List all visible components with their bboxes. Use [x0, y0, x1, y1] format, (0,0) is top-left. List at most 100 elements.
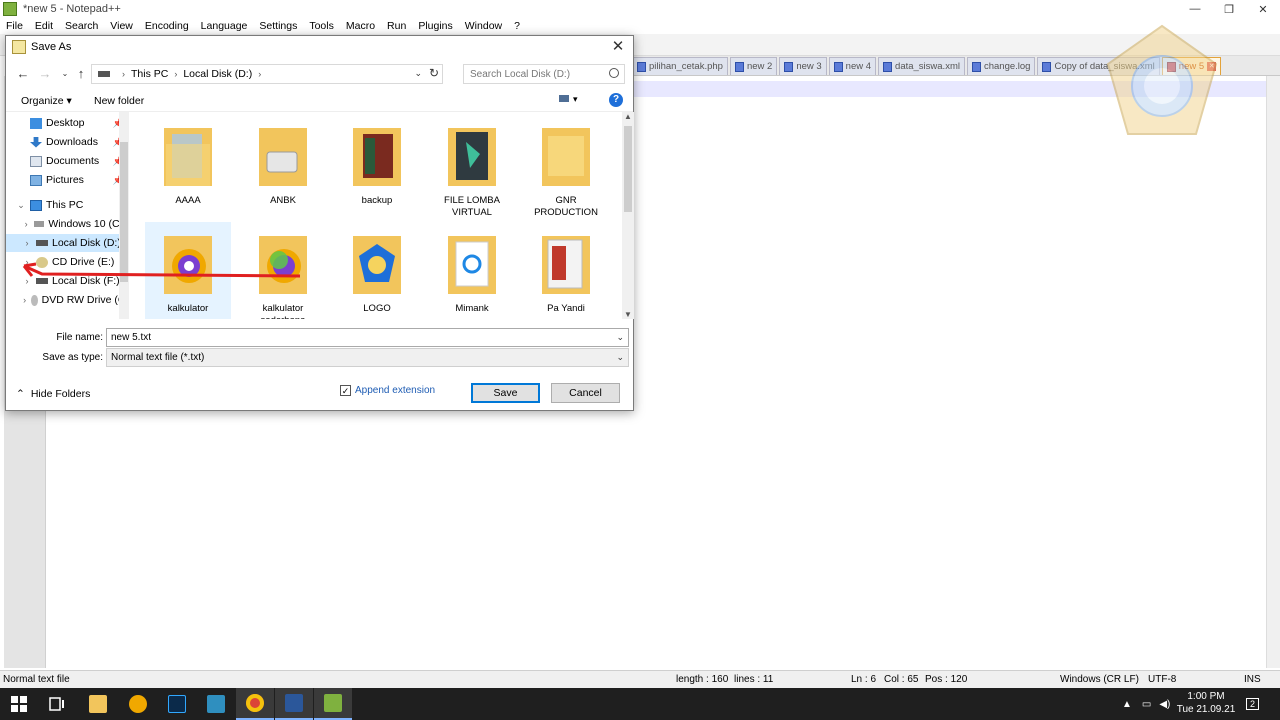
- nav-item-this-pc[interactable]: ⌄ This PC: [6, 196, 126, 214]
- dialog-close-icon[interactable]: ✕: [609, 38, 627, 56]
- notepadpp-icon: [3, 2, 17, 16]
- nav-item-pictures[interactable]: Pictures 📌: [6, 171, 126, 189]
- menu-window[interactable]: Window: [465, 20, 502, 32]
- breadcrumb-this-pc[interactable]: This PC: [131, 68, 168, 80]
- view-options-button[interactable]: ▾: [559, 94, 585, 108]
- nav-scroll-thumb[interactable]: [120, 142, 128, 282]
- browser-icon: [129, 695, 147, 713]
- task-view-button[interactable]: [38, 688, 76, 720]
- photoshop-taskbar[interactable]: [158, 688, 196, 720]
- new-folder-button[interactable]: New folder: [94, 95, 144, 107]
- hide-folders-button[interactable]: ⌃ Hide Folders: [16, 388, 90, 400]
- notepad-icon: [12, 40, 26, 54]
- folder-scroll-thumb[interactable]: [624, 126, 632, 212]
- folder-view-scrollbar[interactable]: ▲ ▼: [622, 112, 634, 319]
- nav-item-local-disk-d[interactable]: › Local Disk (D:): [6, 234, 126, 252]
- file-explorer-taskbar[interactable]: [79, 688, 117, 720]
- refresh-icon[interactable]: ↻: [429, 66, 439, 80]
- chevron-right-icon[interactable]: ›: [174, 69, 177, 79]
- menu-run[interactable]: Run: [387, 20, 406, 32]
- chevron-right-icon[interactable]: ›: [258, 69, 261, 79]
- save-type-row: Save as type: Normal text file (*.txt) ⌄: [6, 348, 633, 368]
- folder-aaaa[interactable]: AAAA: [145, 114, 231, 214]
- nav-label: This PC: [46, 199, 84, 211]
- notification-center[interactable]: 2: [1246, 688, 1260, 720]
- nav-item-documents[interactable]: Documents 📌: [6, 152, 126, 170]
- chevron-down-icon[interactable]: ⌄: [616, 332, 624, 343]
- nav-item-dvd-rw-g[interactable]: › DVD RW Drive (G: [6, 291, 126, 309]
- volume-icon[interactable]: ◀): [1159, 699, 1170, 710]
- nav-item-windows-c[interactable]: › Windows 10 (C:): [6, 215, 126, 233]
- chrome-taskbar[interactable]: [236, 688, 274, 720]
- back-arrow-icon[interactable]: ←: [14, 65, 32, 83]
- tab-data-siswa[interactable]: data_siswa.xml: [878, 57, 965, 75]
- minimize-button[interactable]: —: [1178, 0, 1212, 18]
- menu-macro[interactable]: Macro: [346, 20, 375, 32]
- folder-anbk[interactable]: ANBK: [240, 114, 326, 214]
- folder-pa-yandi[interactable]: Pa Yandi: [523, 222, 609, 319]
- tab-change-log[interactable]: change.log: [966, 57, 1036, 75]
- help-icon[interactable]: ?: [609, 93, 623, 107]
- folder-file-lomba-virtual[interactable]: FILE LOMBA VIRTUAL: [429, 114, 515, 218]
- cancel-button[interactable]: Cancel: [551, 383, 620, 403]
- organize-button[interactable]: Organize ▾: [21, 95, 72, 107]
- menu-tools[interactable]: Tools: [309, 20, 334, 32]
- clock[interactable]: 1:00 PM Tue 21.09.21: [1176, 690, 1236, 716]
- chevron-right-icon[interactable]: ›: [22, 295, 27, 305]
- folder-mimank[interactable]: Mimank: [429, 222, 515, 319]
- nav-label: Windows 10 (C:): [48, 218, 126, 230]
- chevron-down-icon[interactable]: ⌄: [616, 352, 624, 363]
- menu-view[interactable]: View: [110, 20, 133, 32]
- tab-new-3[interactable]: new 3: [779, 57, 827, 75]
- window-controls: — ❐ ✕: [1178, 0, 1280, 18]
- file-name-input[interactable]: new 5.txt ⌄: [106, 328, 629, 347]
- start-button[interactable]: [0, 688, 38, 720]
- close-window-button[interactable]: ✕: [1246, 0, 1280, 18]
- up-arrow-icon[interactable]: ↑: [72, 65, 90, 83]
- tray-expand-icon[interactable]: ▲: [1122, 699, 1132, 710]
- forward-arrow-icon[interactable]: →: [36, 65, 54, 83]
- tab-new-4[interactable]: new 4: [828, 57, 877, 75]
- network-icon[interactable]: ▭: [1142, 699, 1151, 710]
- save-type-select[interactable]: Normal text file (*.txt) ⌄: [106, 348, 629, 367]
- chevron-down-icon[interactable]: ⌄: [16, 200, 26, 211]
- taskbar: ▲ ▭ ◀) 1:00 PM Tue 21.09.21 2: [0, 688, 1280, 720]
- menu-settings[interactable]: Settings: [259, 20, 297, 32]
- address-dropdown-icon[interactable]: ⌄: [414, 68, 422, 79]
- browser-taskbar[interactable]: [119, 688, 157, 720]
- tab-pilihan-cetak[interactable]: pilihan_cetak.php: [632, 57, 728, 75]
- append-extension-checkbox[interactable]: ✓ Append extension: [340, 385, 435, 396]
- menu-help[interactable]: ?: [514, 20, 520, 32]
- scroll-down-icon[interactable]: ▼: [622, 310, 634, 319]
- folder-label: LOGO: [363, 303, 391, 314]
- maximize-button[interactable]: ❐: [1212, 0, 1246, 18]
- notepadpp-taskbar[interactable]: [314, 688, 352, 720]
- breadcrumb-local-disk[interactable]: Local Disk (D:): [183, 68, 252, 80]
- search-input[interactable]: Search Local Disk (D:): [463, 64, 625, 84]
- folder-icon: [542, 128, 590, 186]
- menu-search[interactable]: Search: [65, 20, 98, 32]
- nav-item-desktop[interactable]: Desktop 📌: [6, 114, 126, 132]
- nav-label: DVD RW Drive (G: [41, 294, 126, 306]
- dialog-title: Save As: [31, 41, 72, 53]
- menu-file[interactable]: File: [6, 20, 23, 32]
- scroll-up-icon[interactable]: ▲: [622, 112, 634, 121]
- tab-new-2[interactable]: new 2: [729, 57, 778, 75]
- folder-backup[interactable]: backup: [334, 114, 420, 214]
- menu-language[interactable]: Language: [201, 20, 248, 32]
- word-taskbar[interactable]: [275, 688, 313, 720]
- folder-gnr-production[interactable]: GNR PRODUCTION: [523, 114, 609, 218]
- menu-edit[interactable]: Edit: [35, 20, 53, 32]
- menu-plugins[interactable]: Plugins: [418, 20, 452, 32]
- chevron-right-icon[interactable]: ›: [22, 219, 30, 229]
- folder-logo[interactable]: LOGO: [334, 222, 420, 319]
- menu-encoding[interactable]: Encoding: [145, 20, 189, 32]
- installer-taskbar[interactable]: [197, 688, 235, 720]
- file-icon: [833, 61, 843, 72]
- save-button[interactable]: Save: [471, 383, 540, 403]
- chevron-right-icon[interactable]: ›: [122, 69, 125, 79]
- nav-item-downloads[interactable]: Downloads 📌: [6, 133, 126, 151]
- chevron-right-icon[interactable]: ›: [22, 238, 32, 248]
- editor-scrollbar[interactable]: [1266, 76, 1280, 668]
- address-bar[interactable]: › This PC › Local Disk (D:) › ⌄ ↻: [91, 64, 443, 84]
